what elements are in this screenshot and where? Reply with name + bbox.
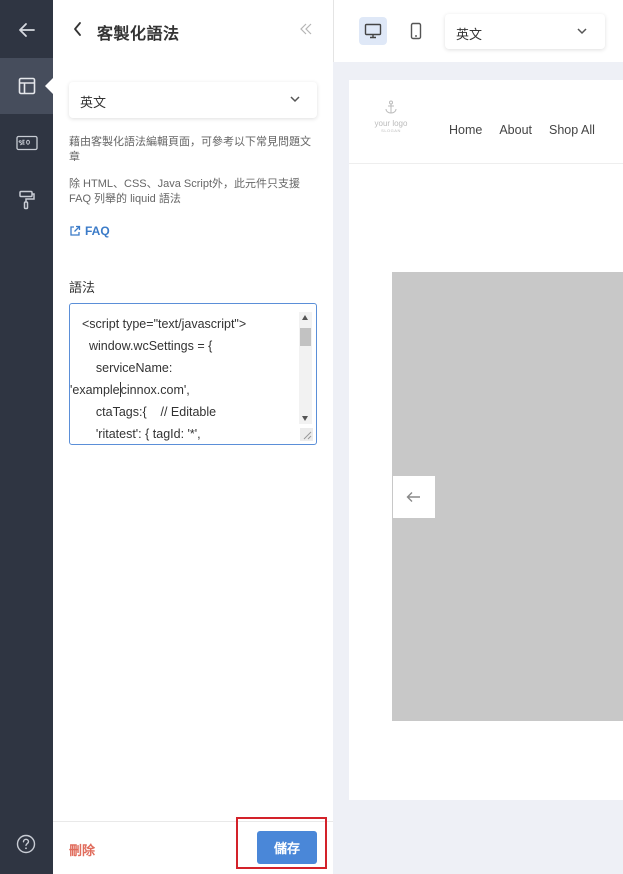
settings-panel: 客製化語法 英文 藉由客製化語法編輯頁面，可參考以下常見問題文章 除 HTML、… — [53, 0, 333, 874]
logo-subtext: SLOGAN — [381, 128, 401, 133]
slideshow-prev-button[interactable] — [393, 476, 435, 518]
resize-handle[interactable] — [300, 428, 313, 441]
language-select[interactable]: 英文 — [69, 82, 317, 118]
code-line-segment: 'example — [70, 383, 120, 397]
code-line-segment: cinnox.com', — [120, 383, 190, 397]
chevron-left-icon[interactable] — [73, 21, 83, 37]
support-note-text: 除 HTML、CSS、Java Script外，此元件只支援 FAQ 列舉的 l… — [69, 178, 301, 205]
site-logo: your logo SLOGAN — [369, 100, 413, 133]
paint-roller-icon — [18, 190, 35, 210]
scroll-down-arrow[interactable] — [302, 416, 308, 421]
rail-back-button[interactable] — [0, 2, 53, 58]
preview-area: 英文 your logo SLOGAN Home About Shop All — [333, 0, 623, 874]
faq-link-label: FAQ — [85, 224, 110, 238]
chevron-down-icon — [290, 96, 300, 103]
rail-seo-button[interactable] — [0, 115, 53, 171]
nav-link-home[interactable]: Home — [449, 123, 482, 137]
code-line: serviceName: — [82, 361, 173, 375]
logo-text: your logo — [374, 119, 408, 128]
hero-slideshow — [392, 272, 623, 721]
preview-language-value: 英文 — [456, 27, 483, 42]
mobile-view-button[interactable] — [402, 17, 430, 45]
anchor-icon — [385, 100, 397, 114]
site-navbar: your logo SLOGAN Home About Shop All — [349, 80, 623, 164]
rail-style-button[interactable] — [0, 172, 53, 228]
panel-header: 客製化語法 — [53, 0, 333, 60]
seo-icon — [15, 135, 38, 151]
site-nav-links: Home About Shop All — [449, 123, 595, 137]
scroll-thumb[interactable] — [300, 328, 311, 346]
site-preview: your logo SLOGAN Home About Shop All — [349, 80, 623, 800]
desktop-view-button[interactable] — [359, 17, 387, 45]
scroll-up-arrow[interactable] — [302, 315, 308, 320]
preview-language-select[interactable]: 英文 — [445, 14, 605, 49]
code-line-with-caret: 'examplecinnox.com', — [70, 379, 296, 401]
external-link-icon — [70, 225, 81, 236]
arrow-left-icon — [406, 492, 420, 502]
panel-title: 客製化語法 — [97, 26, 180, 43]
nav-link-shop-all[interactable]: Shop All — [549, 123, 595, 137]
save-button[interactable]: 儲存 — [257, 831, 317, 864]
faq-link[interactable]: FAQ — [69, 224, 110, 238]
code-content: <script type="text/javascript"> window.w… — [70, 313, 296, 444]
left-rail — [0, 0, 53, 874]
code-scrollbar[interactable] — [299, 312, 312, 424]
resize-grip-icon — [303, 431, 312, 440]
desktop-icon — [364, 23, 382, 39]
arrow-left-icon — [18, 23, 35, 37]
panel-footer: 刪除 儲存 — [53, 817, 333, 874]
code-line: <script type="text/javascript"> — [82, 317, 247, 331]
code-line: 'ritatest': { tagId: '*', — [82, 427, 201, 441]
nav-link-about[interactable]: About — [499, 123, 532, 137]
layout-icon — [18, 77, 35, 95]
delete-button[interactable]: 刪除 — [69, 840, 95, 859]
language-select-value: 英文 — [80, 95, 107, 110]
code-editor[interactable]: <script type="text/javascript"> window.w… — [69, 303, 317, 445]
double-chevron-left-icon[interactable] — [299, 22, 313, 36]
chevron-down-icon — [577, 28, 587, 35]
code-line: ctaTags:{ // Editable — [82, 405, 217, 419]
code-line: window.wcSettings = { — [82, 339, 213, 353]
mobile-icon — [410, 22, 422, 40]
syntax-label: 語法 — [69, 280, 96, 295]
question-circle-icon — [16, 834, 36, 854]
rail-layout-button[interactable] — [0, 58, 53, 114]
description-text: 藉由客製化語法編輯頁面，可參考以下常見問題文章 — [69, 136, 311, 163]
preview-toolbar: 英文 — [333, 0, 623, 62]
help-button[interactable] — [16, 834, 36, 859]
